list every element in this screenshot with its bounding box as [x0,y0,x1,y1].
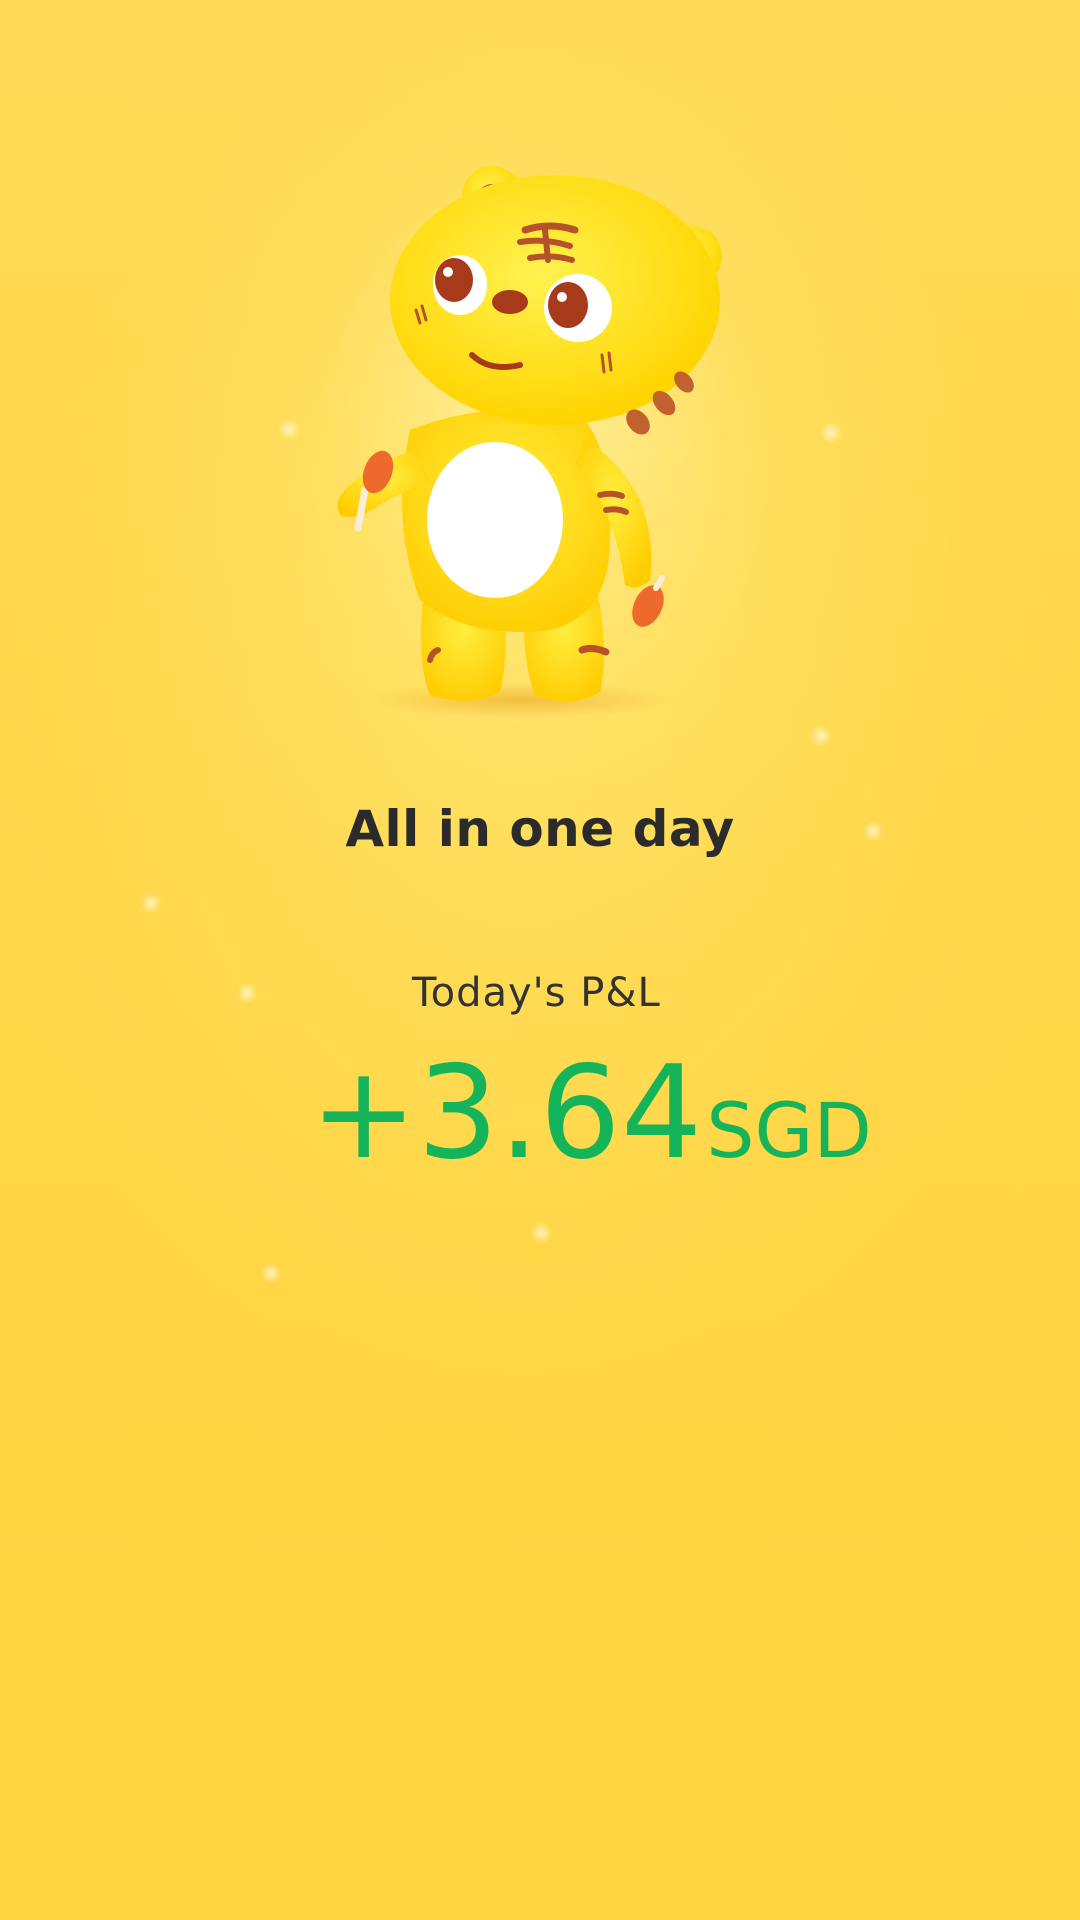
sparkle-decoration [820,422,842,444]
pnl-value: +3.64 [310,1039,703,1188]
headline: All in one day [345,800,735,858]
pnl-label: Today's P&L [412,970,661,1016]
sparkle-decoration [810,725,832,747]
sparkle-decoration [260,1262,282,1284]
tiger-mascot-illustration [330,166,730,718]
pnl-currency: SGD [706,1086,872,1175]
sparkle-decoration [278,418,300,440]
sparkle-decoration [236,982,258,1004]
sparkle-decoration [140,892,162,914]
pnl-value-row: +3.64SGD [310,1050,872,1178]
sparkle-decoration [530,1222,552,1244]
